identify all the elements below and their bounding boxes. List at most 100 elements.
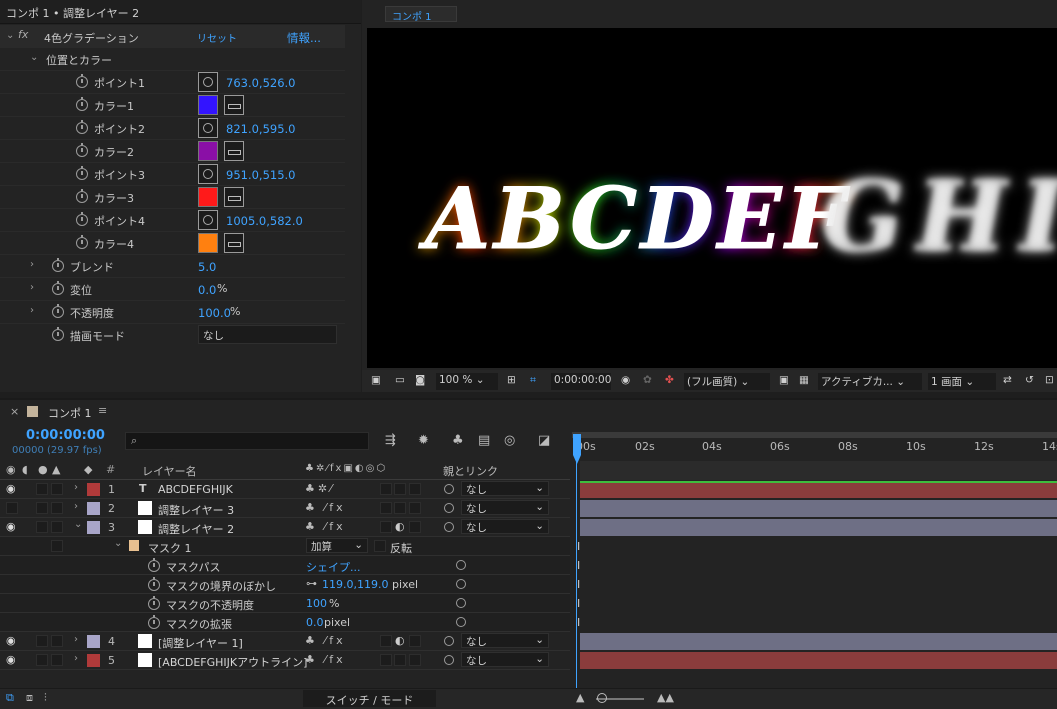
mode-dropdown[interactable]: なし — [198, 325, 337, 344]
zoom-out-icon[interactable]: ▲ — [576, 691, 584, 704]
stopwatch-icon[interactable] — [148, 577, 160, 591]
layer-label-color[interactable] — [87, 521, 100, 534]
layer-label-color[interactable] — [87, 483, 100, 496]
color3-swatch[interactable] — [198, 187, 218, 207]
solo-toggle[interactable] — [36, 502, 48, 514]
lock-toggle[interactable] — [51, 654, 63, 666]
3d-view-icon[interactable]: ⊡ — [1042, 373, 1057, 390]
eye-icon[interactable]: ◉ — [6, 520, 16, 533]
chevron-right-icon[interactable]: › — [30, 305, 34, 316]
zoom-dropdown[interactable]: 100 % ⌄ — [436, 373, 498, 390]
switch-box[interactable] — [380, 483, 392, 495]
stopwatch-icon[interactable] — [76, 166, 88, 180]
stopwatch-icon[interactable] — [148, 596, 160, 610]
time-ruler[interactable]: 00s 02s 04s 06s 08s 10s 12s 14s — [572, 432, 1057, 458]
stopwatch-icon[interactable] — [76, 97, 88, 111]
transfer-controls-icon[interactable]: ⧈ — [26, 691, 33, 705]
chevron-right-icon[interactable]: › — [74, 653, 78, 664]
grid-icon[interactable]: ⊞ — [504, 373, 519, 390]
work-area-bar[interactable] — [572, 432, 1057, 438]
pickwhip-icon[interactable] — [456, 598, 466, 608]
comp-flowchart-icon[interactable]: ⇶ — [385, 433, 396, 448]
pickwhip-icon[interactable] — [456, 579, 466, 589]
color1-swatch[interactable] — [198, 95, 218, 115]
opacity-value[interactable]: 100.0 — [198, 306, 231, 320]
chevron-right-icon[interactable]: › — [74, 482, 78, 493]
blend-value[interactable]: 5.0 — [198, 260, 216, 274]
switch-box[interactable] — [380, 635, 392, 647]
link-icon[interactable]: ⊶ — [306, 577, 317, 590]
stopwatch-icon[interactable] — [76, 235, 88, 249]
layer-search-input[interactable]: ⌕ — [125, 432, 369, 450]
switch-box[interactable] — [409, 521, 421, 533]
switch-box[interactable] — [409, 502, 421, 514]
point2-value[interactable]: 821.0,595.0 — [226, 122, 296, 136]
lock-icon[interactable]: ▲ — [52, 463, 60, 476]
solo-toggle[interactable] — [36, 521, 48, 533]
stopwatch-icon[interactable] — [52, 327, 64, 341]
layer-switches[interactable]: ♣ ⁄fx — [305, 653, 346, 666]
chevron-down-icon[interactable]: ⌄ — [6, 30, 14, 41]
color-channels-icon[interactable]: ✤ — [662, 373, 677, 390]
stopwatch-icon[interactable] — [52, 281, 64, 295]
info-link[interactable]: 情報... — [287, 30, 321, 46]
camera-dropdown[interactable]: アクティブカ... ⌄ — [818, 373, 922, 390]
layer-name[interactable]: 調整レイヤー 3 — [158, 502, 234, 518]
mask-path-value[interactable]: シェイプ... — [306, 559, 361, 575]
stopwatch-icon[interactable] — [52, 258, 64, 272]
eyedropper-icon[interactable] — [224, 187, 244, 207]
monitor-icon[interactable]: ▭ — [392, 373, 408, 390]
close-icon[interactable]: × — [10, 405, 19, 418]
layer-switches[interactable]: ♣✲⁄ — [305, 482, 335, 495]
layer-row-3[interactable]: ◉ ⌄ 3 調整レイヤー 2 ♣ ⁄fx ◐ なし ⌄ — [0, 518, 570, 537]
solo-toggle[interactable] — [36, 635, 48, 647]
layer-bar-1[interactable] — [580, 481, 1057, 498]
layer-row-2[interactable]: › 2 調整レイヤー 3 ♣ ⁄fx なし ⌄ — [0, 499, 570, 518]
mask-color-chip[interactable] — [129, 540, 139, 551]
switch-box[interactable] — [380, 654, 392, 666]
fx-icon[interactable]: fx — [18, 28, 28, 41]
pickwhip-icon[interactable] — [456, 560, 466, 570]
switch-box[interactable] — [409, 635, 421, 647]
pickwhip-icon[interactable] — [444, 522, 454, 532]
stopwatch-icon[interactable] — [148, 615, 160, 629]
mask-feather-value[interactable]: 119.0,119.0 — [322, 578, 388, 591]
layer-bar-4[interactable] — [580, 633, 1057, 650]
crosshair-icon[interactable] — [198, 118, 218, 138]
pickwhip-icon[interactable] — [456, 617, 466, 627]
composition-canvas[interactable]: ABCDEF ABCDEF GHIJ GHIJ — [367, 28, 1057, 368]
layer-label-color[interactable] — [87, 502, 100, 515]
solo-toggle[interactable] — [36, 483, 48, 495]
mask-mode-dropdown[interactable]: 加算 ⌄ — [306, 538, 368, 553]
layer-label-color[interactable] — [87, 635, 100, 648]
stopwatch-icon[interactable] — [76, 189, 88, 203]
point1-value[interactable]: 763.0,526.0 — [226, 76, 296, 90]
parent-dropdown[interactable]: なし ⌄ — [461, 500, 549, 515]
roi-icon[interactable]: ▣ — [776, 373, 792, 390]
menu-icon[interactable]: ≡ — [98, 404, 107, 417]
lock-toggle[interactable] — [51, 483, 63, 495]
color4-swatch[interactable] — [198, 233, 218, 253]
pickwhip-icon[interactable] — [444, 484, 454, 494]
jitter-value[interactable]: 0.0 — [198, 283, 216, 297]
eye-icon[interactable]: ◉ — [6, 653, 16, 666]
keyframe-marker[interactable]: I — [577, 616, 580, 629]
parent-dropdown[interactable]: なし ⌄ — [461, 633, 549, 648]
layer-bar-3[interactable] — [580, 519, 1057, 536]
chevron-right-icon[interactable]: › — [30, 282, 34, 293]
layer-name[interactable]: [ABCDEFGHIJKアウトライン] — [158, 654, 307, 670]
eyedropper-icon[interactable] — [224, 233, 244, 253]
parent-dropdown[interactable]: なし ⌄ — [461, 481, 549, 496]
render-time-icon[interactable]: ⫶ — [44, 691, 47, 705]
camera-icon[interactable]: ◉ — [618, 373, 633, 390]
switch-box[interactable] — [380, 521, 392, 533]
crosshair-icon[interactable] — [198, 210, 218, 230]
audio-icon[interactable]: ◖ — [22, 463, 28, 476]
layer-switches[interactable]: ♣ ⁄fx — [305, 634, 346, 647]
mask-expansion-value[interactable]: 0.0 — [306, 616, 324, 629]
layer-name[interactable]: [調整レイヤー 1] — [158, 635, 243, 651]
share-view-icon[interactable]: ⇄ — [1000, 373, 1015, 390]
viewer-timecode[interactable]: 0:00:00:00 — [551, 373, 611, 390]
keyframe-marker[interactable]: I — [577, 597, 580, 610]
keyframe-marker[interactable]: I — [577, 540, 580, 553]
